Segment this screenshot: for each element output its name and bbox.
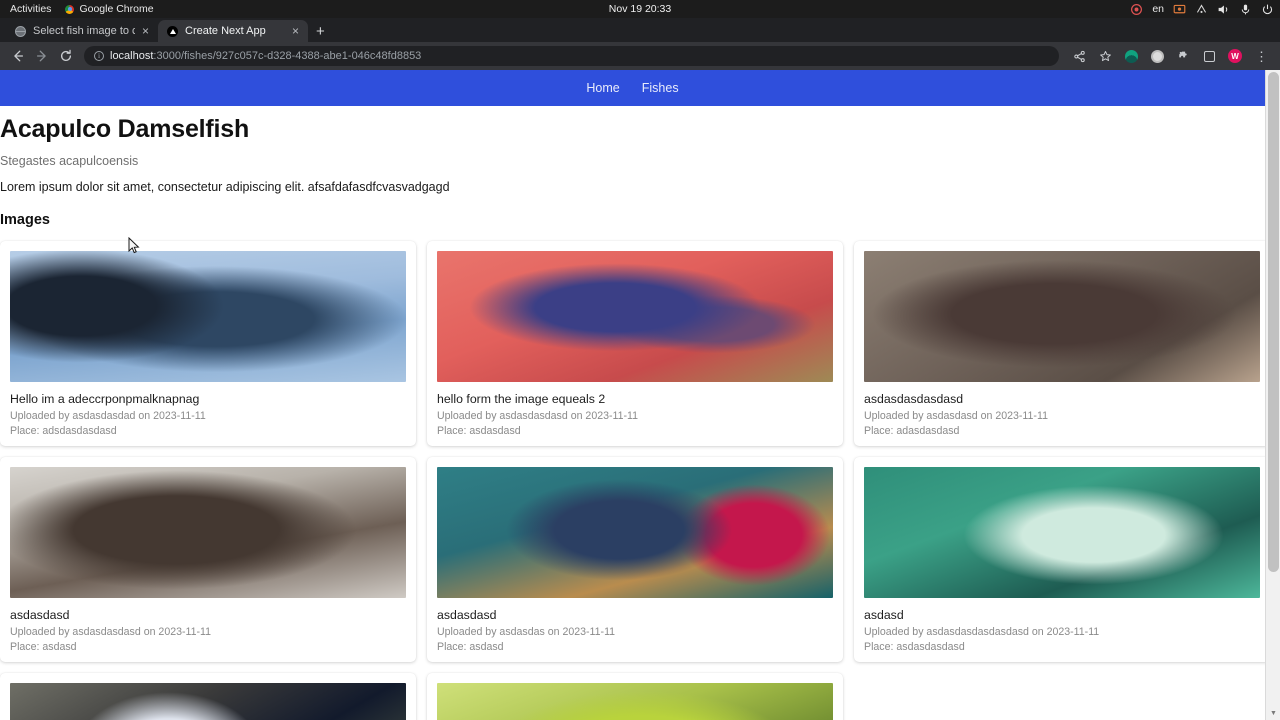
image-place: Place: asdasd: [10, 641, 77, 654]
image-card[interactable]: [427, 673, 843, 720]
share-icon[interactable]: [1067, 44, 1091, 68]
images-heading: Images: [0, 212, 50, 229]
record-indicator-icon[interactable]: [1130, 3, 1143, 16]
url-host: localhost: [110, 50, 154, 62]
close-icon[interactable]: ×: [292, 25, 299, 37]
image-caption: asdasdasdasdasd: [864, 392, 964, 407]
image-place: Place: asdasdasdasd: [864, 641, 965, 654]
image-place: Place: asdasdasd: [437, 425, 521, 438]
language-indicator[interactable]: en: [1152, 3, 1164, 15]
scrollbar-thumb[interactable]: [1268, 72, 1279, 572]
tab-title: Select fish image to chan: [33, 25, 135, 37]
screen-share-icon[interactable]: [1173, 3, 1186, 16]
image-uploader: Uploaded by asdasdasdad on 2023-11-11: [10, 410, 206, 423]
star-icon[interactable]: [1093, 44, 1117, 68]
image-place: Place: adasdasdasd: [864, 425, 960, 438]
image-uploader: Uploaded by asdasdas on 2023-11-11: [437, 626, 616, 639]
browser-toolbar: i localhost:3000/fishes/927c057c-d328-43…: [0, 42, 1280, 70]
close-icon[interactable]: ×: [142, 25, 149, 37]
image-uploader: Uploaded by asdasdasdasd on 2023-11-11: [10, 626, 212, 639]
browser-tab-2[interactable]: Create Next App ×: [158, 20, 308, 42]
image-caption: hello form the image equeals 2: [437, 392, 606, 407]
web-page: Home Fishes Acapulco Damselfish Stegaste…: [0, 70, 1265, 720]
page-content: Acapulco Damselfish Stegastes acapulcoen…: [0, 106, 1265, 720]
site-navbar: Home Fishes: [0, 70, 1265, 106]
fish-photo[interactable]: [10, 467, 406, 599]
image-card[interactable]: asdasdasdasdasd Uploaded by asdasdasd on…: [854, 241, 1265, 447]
fish-photo[interactable]: [437, 683, 833, 720]
image-caption: asdasdasd: [10, 608, 70, 623]
fish-photo[interactable]: [10, 251, 406, 383]
fish-description: Lorem ipsum dolor sit amet, consectetur …: [0, 180, 450, 195]
globe-icon: [15, 25, 26, 37]
page-scrollbar[interactable]: ▲ ▼: [1265, 70, 1280, 720]
teal-circle-extension-icon[interactable]: [1119, 44, 1143, 68]
square-extension-icon[interactable]: [1197, 44, 1221, 68]
fish-photo[interactable]: [864, 467, 1260, 599]
scroll-down-arrow-icon[interactable]: ▼: [1266, 706, 1280, 720]
toolbar-right-actions: W ⋮: [1067, 44, 1274, 68]
image-caption: asdasdasd: [437, 608, 497, 623]
image-uploader: Uploaded by asdasdasdasdasdasd on 2023-1…: [864, 626, 1100, 639]
browser-tabstrip: Select fish image to chan × Create Next …: [0, 18, 1280, 42]
image-card[interactable]: asdasdasd Uploaded by asdasdas on 2023-1…: [427, 457, 843, 663]
images-grid: Hello im a adeccrponpmalknapnag Uploaded…: [0, 241, 1265, 720]
address-bar[interactable]: i localhost:3000/fishes/927c057c-d328-43…: [84, 46, 1059, 66]
fish-photo[interactable]: [437, 467, 833, 599]
w-extension-icon[interactable]: W: [1223, 44, 1247, 68]
os-status-tray: en: [1130, 0, 1274, 18]
reload-button[interactable]: [54, 44, 78, 68]
image-place: Place: asdasd: [437, 641, 504, 654]
image-place: Place: adsdasdasdasd: [10, 425, 117, 438]
power-icon[interactable]: [1261, 3, 1274, 16]
image-card[interactable]: hello form the image equeals 2 Uploaded …: [427, 241, 843, 447]
image-card[interactable]: Hello im a adeccrponpmalknapnag Uploaded…: [0, 241, 416, 447]
site-info-icon[interactable]: i: [94, 51, 104, 61]
page-title: Acapulco Damselfish: [0, 115, 250, 143]
nextjs-icon: [167, 25, 178, 37]
volume-icon[interactable]: [1217, 3, 1230, 16]
browser-tab-1[interactable]: Select fish image to chan ×: [6, 20, 158, 42]
fish-photo[interactable]: [437, 251, 833, 383]
network-icon[interactable]: [1195, 3, 1208, 16]
os-clock[interactable]: Nov 19 20:33: [0, 3, 1280, 15]
puzzle-extension-icon[interactable]: [1171, 44, 1195, 68]
microphone-icon[interactable]: [1239, 3, 1252, 16]
image-card[interactable]: asdasdasd Uploaded by asdasdasdasd on 20…: [0, 457, 416, 663]
image-card[interactable]: asdasd Uploaded by asdasdasdasdasdasd on…: [854, 457, 1265, 663]
image-caption: Hello im a adeccrponpmalknapnag: [10, 392, 200, 407]
blue-circle-extension-icon[interactable]: [1145, 44, 1169, 68]
fish-photo[interactable]: [864, 251, 1260, 383]
url-path: :3000/fishes/927c057c-d328-4388-abe1-046…: [153, 50, 422, 62]
image-caption: asdasd: [864, 608, 904, 623]
image-uploader: Uploaded by asdasdasdasd on 2023-11-11: [437, 410, 639, 423]
back-button[interactable]: [6, 44, 30, 68]
scientific-name: Stegastes acapulcoensis: [0, 154, 139, 169]
browser-menu-icon[interactable]: ⋮: [1249, 50, 1274, 63]
forward-button[interactable]: [30, 44, 54, 68]
fish-photo[interactable]: [10, 683, 406, 720]
os-top-bar: Activities Google Chrome Nov 19 20:33 en: [0, 0, 1280, 18]
nav-link-fishes[interactable]: Fishes: [642, 81, 679, 95]
new-tab-button[interactable]: +: [308, 20, 333, 42]
image-card[interactable]: [0, 673, 416, 720]
tab-title: Create Next App: [185, 25, 266, 37]
url-text: localhost:3000/fishes/927c057c-d328-4388…: [110, 50, 421, 62]
image-uploader: Uploaded by asdasdasd on 2023-11-11: [864, 410, 1048, 423]
nav-link-home[interactable]: Home: [586, 81, 619, 95]
page-viewport: Home Fishes Acapulco Damselfish Stegaste…: [0, 70, 1280, 720]
